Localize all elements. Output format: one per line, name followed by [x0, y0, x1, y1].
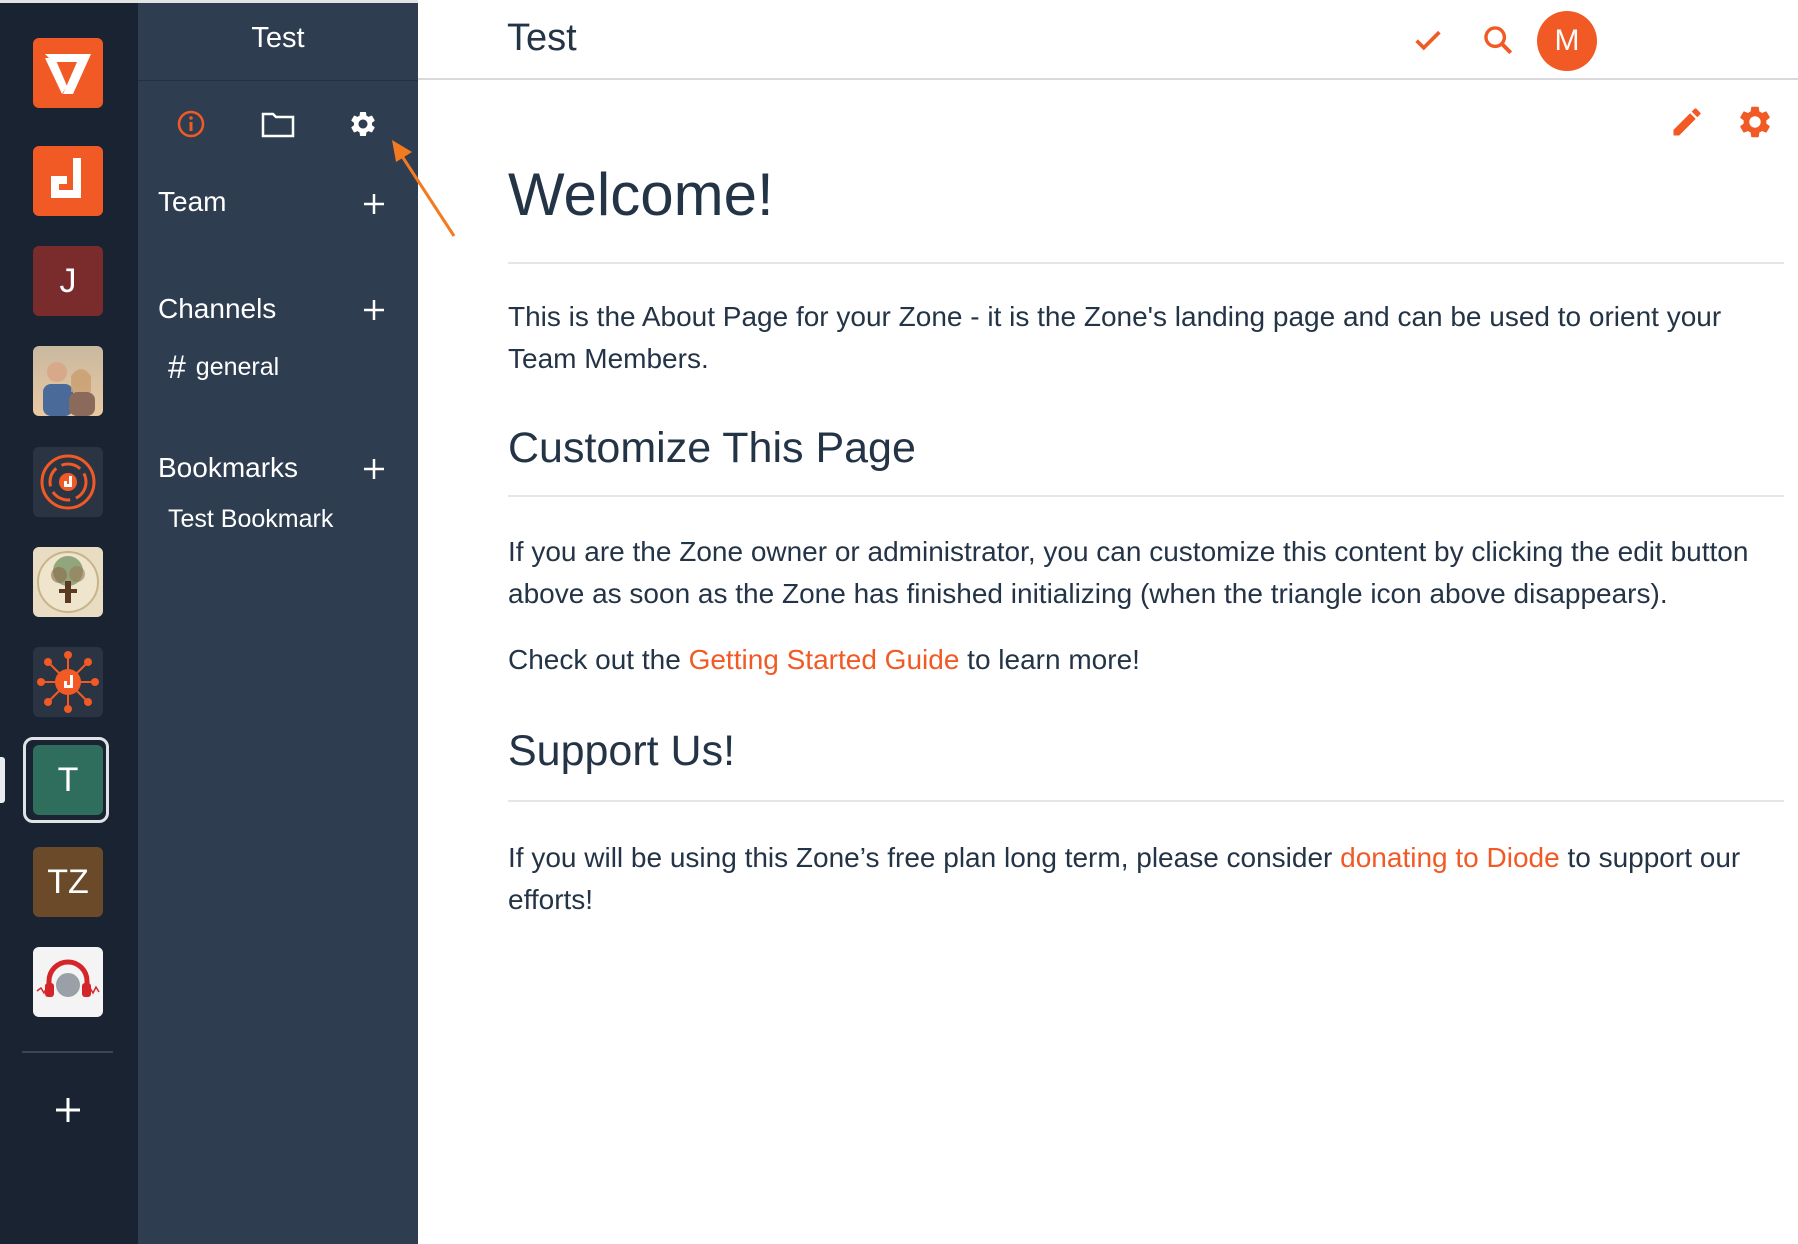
status-check-button[interactable] [1408, 20, 1448, 60]
info-icon [177, 110, 205, 138]
top-bar: Test M [418, 0, 1798, 80]
zone-rail: J T TZ [0, 0, 138, 1244]
zone-rail-divider [22, 1051, 113, 1053]
getting-started-paragraph: Check out the Getting Started Guide to l… [508, 639, 1784, 681]
page-title: Test [507, 17, 577, 59]
gear-icon [1740, 106, 1770, 138]
search-icon [1484, 26, 1513, 55]
tree-logo-icon [37, 551, 99, 613]
tab-info[interactable] [173, 106, 209, 142]
zone-diode-d-logo[interactable] [33, 146, 103, 216]
page-settings-button[interactable] [1735, 102, 1775, 142]
headphones-logo-icon [36, 959, 100, 997]
add-bookmark-button[interactable] [356, 451, 392, 487]
section-team-title: Team [158, 186, 227, 217]
settings-icon [351, 112, 375, 136]
customize-heading: Customize This Page [508, 424, 916, 472]
add-channel-button[interactable] [356, 292, 392, 328]
checkout-suffix: to learn more! [959, 644, 1140, 675]
zone-tree[interactable] [33, 547, 103, 617]
zone-diode-v-logo[interactable] [33, 38, 103, 108]
zone-letter: TZ [47, 862, 89, 901]
pencil-icon [1673, 108, 1701, 136]
tab-settings[interactable] [345, 106, 381, 142]
diode-v-logo-icon [33, 38, 103, 108]
support-heading: Support Us! [508, 727, 736, 775]
zone-j[interactable]: J [33, 246, 103, 316]
donate-link[interactable]: donating to Diode [1340, 842, 1560, 873]
heading-divider [508, 262, 1784, 264]
section-channels-title: Channels [158, 293, 277, 324]
search-button[interactable] [1478, 20, 1518, 60]
about-page-content: Welcome! This is the About Page for your… [508, 150, 1784, 921]
zone-diode-circle[interactable] [33, 447, 103, 517]
welcome-heading: Welcome! [508, 161, 774, 228]
add-zone-button[interactable] [44, 1086, 92, 1134]
zone-headphones[interactable] [33, 947, 103, 1017]
support-paragraph: If you will be using this Zone’s free pl… [508, 837, 1784, 921]
plus-icon [56, 1098, 80, 1122]
bookmark-item[interactable]: Test Bookmark [168, 505, 333, 534]
sidebar-divider [138, 80, 418, 81]
zone-name: Test [251, 22, 305, 54]
customize-paragraph: If you are the Zone owner or administrat… [508, 536, 1749, 609]
diode-d-logo-icon [33, 146, 103, 216]
checkmark-icon [1415, 30, 1441, 51]
photo-avatar-icon [33, 346, 103, 416]
folder-icon [261, 112, 295, 138]
hash-icon: # [168, 348, 186, 385]
plus-icon [364, 459, 384, 479]
channel-item-general[interactable]: # general [168, 349, 279, 385]
heading-divider [508, 495, 1784, 497]
heading-divider [508, 800, 1784, 802]
annotation-arrow-icon [392, 140, 456, 237]
checkout-prefix: Check out the [508, 644, 689, 675]
zone-letter: T [57, 760, 79, 799]
edit-page-button[interactable] [1667, 102, 1707, 142]
plus-icon [364, 300, 384, 320]
support-prefix: If you will be using this Zone’s free pl… [508, 842, 1341, 873]
section-bookmarks-title: Bookmarks [158, 452, 299, 483]
tab-files[interactable] [260, 106, 296, 142]
zone-t[interactable]: T [33, 745, 103, 815]
zone-diode-network[interactable] [33, 647, 103, 717]
user-avatar[interactable]: M [1537, 11, 1597, 71]
active-zone-indicator [0, 757, 5, 803]
zone-photo-avatar[interactable] [33, 346, 103, 416]
diode-circle-logo-icon [40, 454, 96, 510]
intro-paragraph: This is the About Page for your Zone - i… [508, 301, 1722, 374]
channel-label: general [195, 352, 280, 381]
zone-letter: J [59, 261, 77, 300]
diode-network-logo-icon [37, 651, 99, 713]
channel-sidebar: Test Team Channels # general Bookmarks T… [138, 0, 418, 1244]
zone-tz[interactable]: TZ [33, 847, 103, 917]
getting-started-link[interactable]: Getting Started Guide [689, 644, 960, 675]
